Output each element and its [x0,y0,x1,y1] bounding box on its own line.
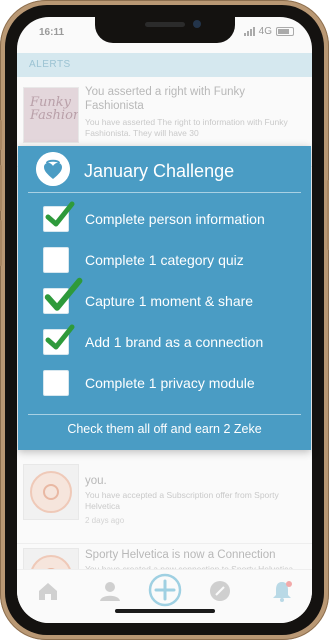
checkmark-icon [45,324,75,350]
task-person-information[interactable]: Complete person information [42,201,302,234]
task-label: Complete 1 category quiz [85,252,244,268]
alert-item[interactable]: you. You have accepted a Subscription of… [17,462,312,544]
mute-switch [0,120,2,150]
sporty-helvetica-logo [23,464,79,520]
task-privacy-module[interactable]: Complete 1 privacy module [42,370,302,398]
offers-icon[interactable] [207,578,233,604]
funky-fashionista-logo: FunkyFashionista [23,87,79,143]
network-label: 4G [258,26,272,37]
task-checkbox[interactable] [43,370,69,396]
zeke-logo-icon [36,152,70,186]
tab-bar [17,569,312,623]
task-checkbox[interactable] [43,247,69,273]
task-label: Capture 1 moment & share [85,293,254,309]
notch [95,17,235,43]
task-label: Complete person information [85,211,265,227]
home-icon[interactable] [35,578,61,604]
task-label: Complete 1 privacy module [85,375,255,391]
divider [28,192,301,193]
status-indicators: 4G [243,26,294,37]
divider [28,414,301,415]
task-category-quiz[interactable]: Complete 1 category quiz [42,247,302,275]
alert-title: Sporty Helvetica is now a Connection [85,549,276,561]
add-icon[interactable] [147,572,183,608]
checkmark-icon [44,277,83,311]
modal-title: January Challenge [84,161,235,181]
volume-down-button [0,220,2,266]
alerts-icon[interactable] [269,578,295,604]
status-time: 16:11 [39,27,65,38]
home-indicator [115,609,215,613]
alert-time: 2 days ago [85,516,125,525]
task-capture-moment[interactable]: Capture 1 moment & share [42,277,302,316]
challenge-modal: January Challenge Complete person inform… [18,146,311,450]
signal-icon [243,27,255,36]
profile-icon[interactable] [97,578,123,604]
modal-header: January Challenge [18,146,311,192]
battery-icon [276,27,294,36]
alert-title: you. [85,475,107,487]
modal-footer-text: Check them all off and earn 2 Zeke [67,422,262,436]
volume-up-button [0,165,2,211]
checkmark-icon [45,201,75,227]
alerts-header: ALERTS [17,53,312,77]
alert-body: You have asserted The right to informati… [85,117,288,138]
alert-body: You have accepted a Subscription offer f… [85,490,279,511]
task-label: Add 1 brand as a connection [85,334,264,350]
alert-title: You asserted a right with Funky Fashioni… [85,86,246,112]
task-brand-connection[interactable]: Add 1 brand as a connection [42,324,302,357]
